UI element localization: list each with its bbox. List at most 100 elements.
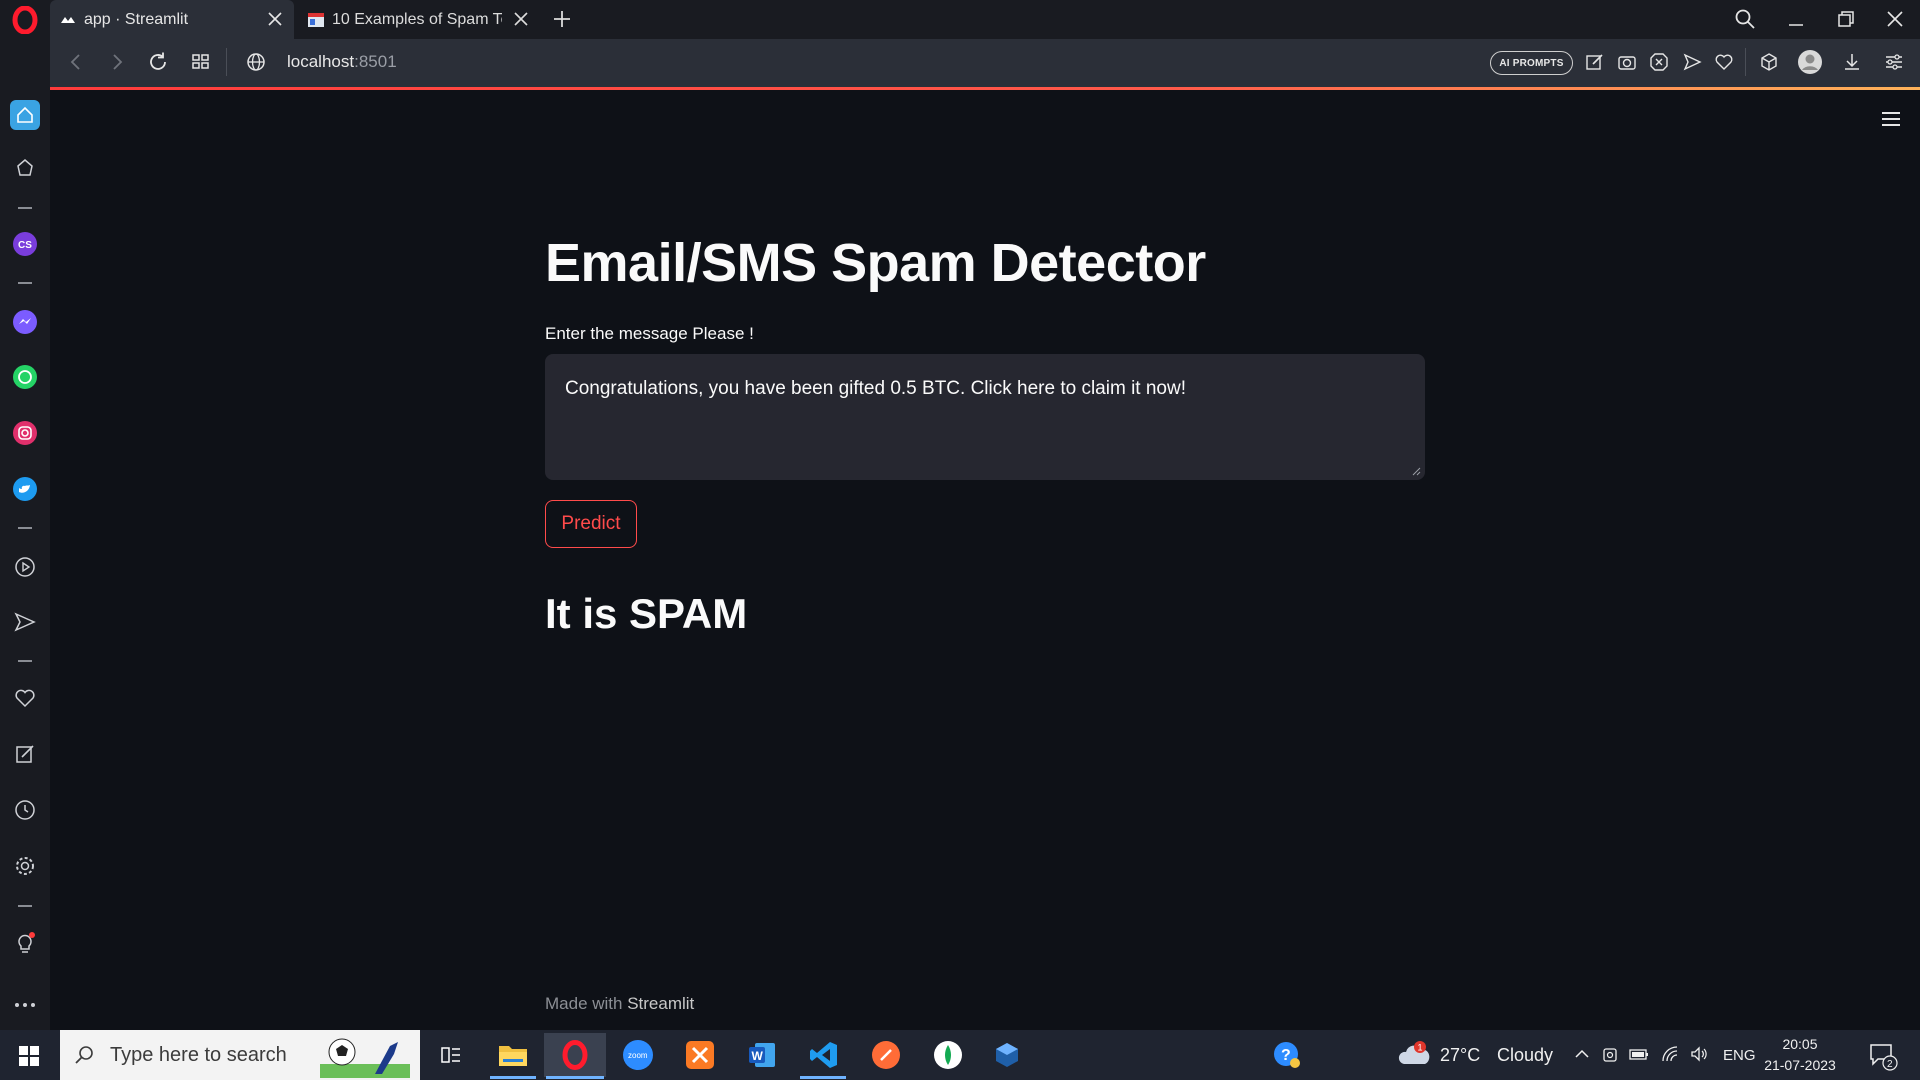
sidebar-whatsapp-icon[interactable] [12, 364, 38, 390]
camera-tray-icon[interactable] [1601, 1044, 1621, 1064]
sidebar-bookmarks-heart-icon[interactable] [12, 685, 38, 711]
sidebar-separator [18, 905, 32, 907]
sidebar-separator [18, 207, 32, 209]
forward-icon[interactable] [105, 50, 129, 74]
clock-date: 21-07-2023 [1764, 1057, 1836, 1073]
search-highlight-soccer-icon [320, 1038, 410, 1078]
xampp-icon[interactable] [681, 1036, 719, 1074]
prediction-result: It is SPAM [545, 590, 748, 637]
notifications-icon[interactable]: 2 [1868, 1042, 1900, 1072]
back-icon[interactable] [64, 50, 88, 74]
search-icon [75, 1046, 93, 1064]
footer: Made with Streamlit [545, 994, 694, 1014]
input-language[interactable]: ENG [1723, 1047, 1756, 1064]
sidebar-history-clock-icon[interactable] [12, 797, 38, 823]
url-host: localhost [287, 52, 355, 71]
tab-title: 10 Examples of Spam Text M [332, 10, 502, 28]
sidebar-tips-bulb-icon[interactable] [12, 930, 38, 956]
sidebar-more-icon[interactable] [12, 992, 38, 1018]
downloads-icon[interactable] [1841, 51, 1863, 73]
footer-prefix: Made with [545, 994, 628, 1013]
opera-taskbar-icon[interactable] [544, 1033, 606, 1077]
message-text: Congratulations, you have been gifted 0.… [565, 378, 1186, 399]
tab-title: app · Streamlit [84, 10, 189, 28]
profile-avatar-icon[interactable] [1797, 49, 1823, 75]
site-info-globe-icon[interactable] [244, 50, 268, 74]
tab-spam-examples[interactable]: 10 Examples of Spam Text M [298, 0, 540, 39]
sidebar-separator [18, 660, 32, 662]
wifi-icon[interactable] [1660, 1044, 1680, 1064]
url-field[interactable]: localhost:8501 [287, 52, 397, 72]
sidebar-twitter-icon[interactable] [12, 476, 38, 502]
notification-count: 2 [1887, 1059, 1893, 1070]
restore-icon[interactable] [1834, 7, 1858, 31]
easy-setup-icon[interactable] [1883, 51, 1905, 73]
tab-streamlit-app[interactable]: app · Streamlit [50, 0, 294, 39]
sidebar-home-icon[interactable] [10, 100, 40, 130]
predict-button[interactable]: Predict [545, 500, 637, 548]
task-view-icon[interactable] [432, 1036, 470, 1074]
camera-icon[interactable] [1616, 51, 1638, 73]
active-app-indicator [800, 1076, 846, 1079]
streamlit-link[interactable]: Streamlit [627, 994, 694, 1013]
main-menu-hamburger-icon[interactable] [1880, 110, 1902, 128]
sidebar-separator [18, 282, 32, 284]
sidebar-settings-gear-icon[interactable] [12, 853, 38, 879]
url-port: :8501 [354, 52, 397, 71]
tab-grid-icon[interactable] [189, 50, 213, 74]
divider [1745, 48, 1746, 76]
ai-prompts-button[interactable]: AI PROMPTS [1490, 51, 1573, 75]
extensions-cube-icon[interactable] [1758, 51, 1780, 73]
show-hidden-icons-chevron-up-icon[interactable] [1572, 1044, 1592, 1064]
help-tips-icon[interactable]: ? [1268, 1036, 1306, 1074]
resize-handle-icon[interactable] [1412, 467, 1421, 476]
close-tab-icon[interactable] [512, 10, 530, 28]
sidebar-speed-dial-icon[interactable] [12, 155, 38, 181]
sidebar-separator [18, 527, 32, 529]
opera-logo-icon[interactable] [11, 6, 39, 34]
close-window-icon[interactable] [1883, 7, 1907, 31]
postman-icon[interactable] [867, 1036, 905, 1074]
sidebar-pinboards-icon[interactable] [12, 741, 38, 767]
streamlit-app-page [50, 90, 1920, 1030]
sidebar-my-flow-icon[interactable] [12, 609, 38, 635]
message-textarea[interactable]: Congratulations, you have been gifted 0.… [545, 354, 1425, 480]
svg-text:CS: CS [18, 240, 32, 251]
weather-description[interactable]: Cloudy [1497, 1045, 1553, 1066]
sidebar-instagram-icon[interactable] [12, 420, 38, 446]
system-clock[interactable]: 20:05 21-07-2023 [1760, 1034, 1840, 1076]
close-tab-icon[interactable] [266, 10, 284, 28]
minimize-icon[interactable] [1784, 7, 1808, 31]
svg-text:?: ? [1281, 1047, 1291, 1064]
reload-icon[interactable] [146, 50, 170, 74]
word-icon[interactable]: W [743, 1036, 781, 1074]
send-icon[interactable] [1681, 51, 1703, 73]
heart-icon[interactable] [1713, 51, 1735, 73]
active-app-indicator [490, 1076, 536, 1079]
volume-icon[interactable] [1689, 1044, 1709, 1064]
zoom-icon[interactable]: zoom [619, 1036, 657, 1074]
edit-snap-icon[interactable] [1584, 51, 1606, 73]
streamlit-favicon-icon [60, 12, 76, 28]
clock-time: 20:05 [1782, 1036, 1818, 1052]
new-tab-icon[interactable] [552, 9, 572, 29]
virtualbox-icon[interactable] [988, 1036, 1026, 1074]
vscode-icon[interactable] [805, 1036, 843, 1074]
taskbar-search-box[interactable]: Type here to search [60, 1030, 420, 1080]
search-tabs-icon[interactable] [1733, 7, 1757, 31]
windows-start-icon[interactable] [18, 1045, 40, 1067]
weather-cloud-icon[interactable]: 1 [1398, 1040, 1432, 1068]
sidebar-cs-app-icon[interactable]: CS [12, 231, 38, 257]
svg-text:zoom: zoom [628, 1051, 648, 1060]
battery-icon[interactable] [1629, 1044, 1649, 1064]
weather-temp[interactable]: 27°C [1440, 1045, 1480, 1066]
sidebar-player-icon[interactable] [12, 554, 38, 580]
weather-alert-count: 1 [1418, 1043, 1423, 1053]
sidebar-messenger-icon[interactable] [12, 309, 38, 335]
mongodb-compass-icon[interactable] [929, 1036, 967, 1074]
opera-sidebar [0, 39, 50, 1030]
divider [226, 48, 227, 76]
search-placeholder: Type here to search [110, 1043, 287, 1066]
file-explorer-icon[interactable] [494, 1036, 532, 1074]
ad-blocker-icon[interactable] [1648, 51, 1670, 73]
